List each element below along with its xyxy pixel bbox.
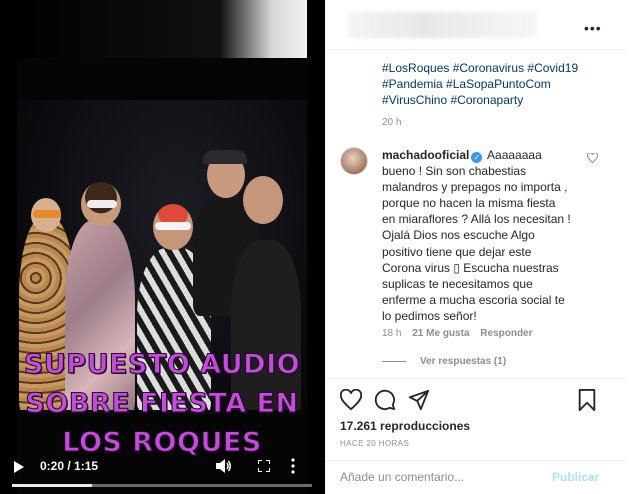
sunglasses bbox=[87, 200, 117, 208]
person-head bbox=[243, 176, 283, 224]
sunglasses bbox=[155, 222, 191, 230]
comment-username[interactable]: machadooficial bbox=[382, 148, 469, 162]
verified-badge-icon: ✓ bbox=[471, 152, 483, 163]
video-overlay-caption: SUPUESTO AUDIO SOBRE FIESTA EN LOS ROQUE… bbox=[17, 345, 307, 462]
post-panel: ••• #LosRoques #Coronavirus #Covid19 #Pa… bbox=[325, 0, 635, 494]
hashtag-line[interactable]: #LosRoques #Coronavirus #Covid19 bbox=[382, 60, 612, 76]
hashtag-line[interactable]: #Pandemia #LaSopaPuntoCom bbox=[382, 76, 612, 92]
post-actions: 17.261 reproducciones HACE 20 HORAS bbox=[326, 378, 626, 448]
views-count[interactable]: 17.261 reproducciones bbox=[340, 419, 470, 433]
replies-divider bbox=[382, 360, 406, 362]
cap bbox=[203, 150, 247, 164]
reply-button[interactable]: Responder bbox=[480, 328, 532, 339]
view-replies-button[interactable]: Ver respuestas (1) bbox=[382, 356, 506, 367]
avatar[interactable] bbox=[340, 147, 368, 175]
time-readout: 0:20 / 1:15 bbox=[40, 459, 99, 473]
publish-button[interactable]: Publicar bbox=[552, 470, 599, 484]
comment-composer: Publicar bbox=[326, 460, 626, 494]
more-options-icon[interactable]: ••• bbox=[584, 20, 602, 36]
heart-icon[interactable] bbox=[340, 389, 362, 411]
video-progress-bar[interactable] bbox=[12, 484, 312, 487]
comment-input[interactable] bbox=[340, 470, 540, 484]
fullscreen-icon[interactable] bbox=[258, 460, 270, 472]
video-player[interactable]: SUPUESTO AUDIO SOBRE FIESTA EN LOS ROQUE… bbox=[0, 0, 325, 494]
comment-likes[interactable]: 21 Me gusta bbox=[412, 328, 469, 339]
comment-text: Aaaaaaaa bueno ! Sin son chabestias mala… bbox=[382, 148, 571, 323]
comment-meta: 18 h 21 Me gusta Responder bbox=[382, 328, 541, 339]
post-header: ••• bbox=[326, 0, 626, 50]
hashtag-line[interactable]: #VirusChino #Coronaparty bbox=[382, 92, 612, 108]
video-top-blur bbox=[17, 0, 307, 58]
video-frame[interactable]: SUPUESTO AUDIO SOBRE FIESTA EN LOS ROQUE… bbox=[17, 0, 307, 494]
caption-line: SOBRE FIESTA EN bbox=[25, 388, 299, 420]
volume-icon[interactable] bbox=[216, 459, 232, 473]
video-progress-fill bbox=[12, 484, 93, 487]
post-time-ago: 20 h bbox=[382, 117, 402, 128]
play-icon[interactable] bbox=[14, 461, 24, 473]
comment-time: 18 h bbox=[382, 328, 402, 339]
share-icon[interactable] bbox=[408, 389, 430, 411]
comment-body: machadooficial ✓ Aaaaaaaa bueno ! Sin son… bbox=[382, 147, 572, 324]
sunglasses bbox=[33, 210, 61, 218]
post-hashtags: #LosRoques #Coronavirus #Covid19 #Pandem… bbox=[382, 60, 612, 108]
more-vertical-icon[interactable] bbox=[290, 458, 296, 474]
view-replies-label: Ver respuestas (1) bbox=[420, 356, 507, 367]
header-blurred-area bbox=[348, 12, 538, 38]
caption-line: SUPUESTO AUDIO bbox=[23, 349, 301, 381]
comment-icon[interactable] bbox=[374, 389, 396, 411]
bookmark-icon[interactable] bbox=[576, 389, 598, 411]
posted-ago: HACE 20 HORAS bbox=[340, 439, 410, 448]
heart-icon[interactable] bbox=[587, 153, 598, 163]
video-controls: 0:20 / 1:15 bbox=[0, 452, 325, 494]
